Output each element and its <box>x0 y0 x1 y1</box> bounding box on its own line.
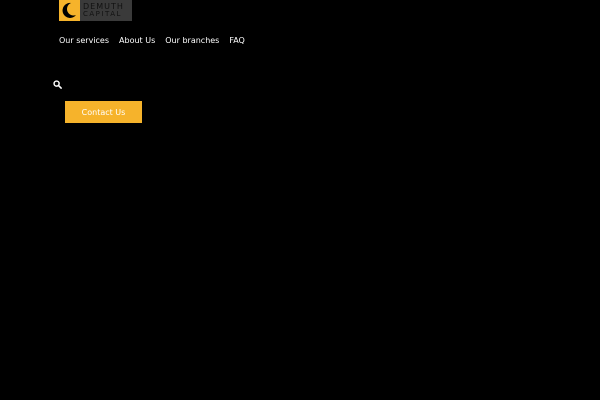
brand-wordmark: DEMUTH CAPITAL <box>80 0 132 21</box>
nav-item-about-us[interactable]: About Us <box>119 36 155 45</box>
nav-item-our-services[interactable]: Our services <box>59 36 109 45</box>
main-nav: Our services About Us Our branches FAQ <box>59 36 255 45</box>
nav-item-our-branches[interactable]: Our branches <box>165 36 219 45</box>
nav-item-faq[interactable]: FAQ <box>229 36 245 45</box>
crescent-logo-icon <box>59 0 80 21</box>
page: DEMUTH CAPITAL Our services About Us Our… <box>0 0 600 400</box>
brand-logo[interactable]: DEMUTH CAPITAL <box>59 0 132 21</box>
contact-us-button[interactable]: Contact Us <box>65 101 142 123</box>
search-icon[interactable] <box>53 80 62 89</box>
brand-name-line2: CAPITAL <box>83 10 122 18</box>
